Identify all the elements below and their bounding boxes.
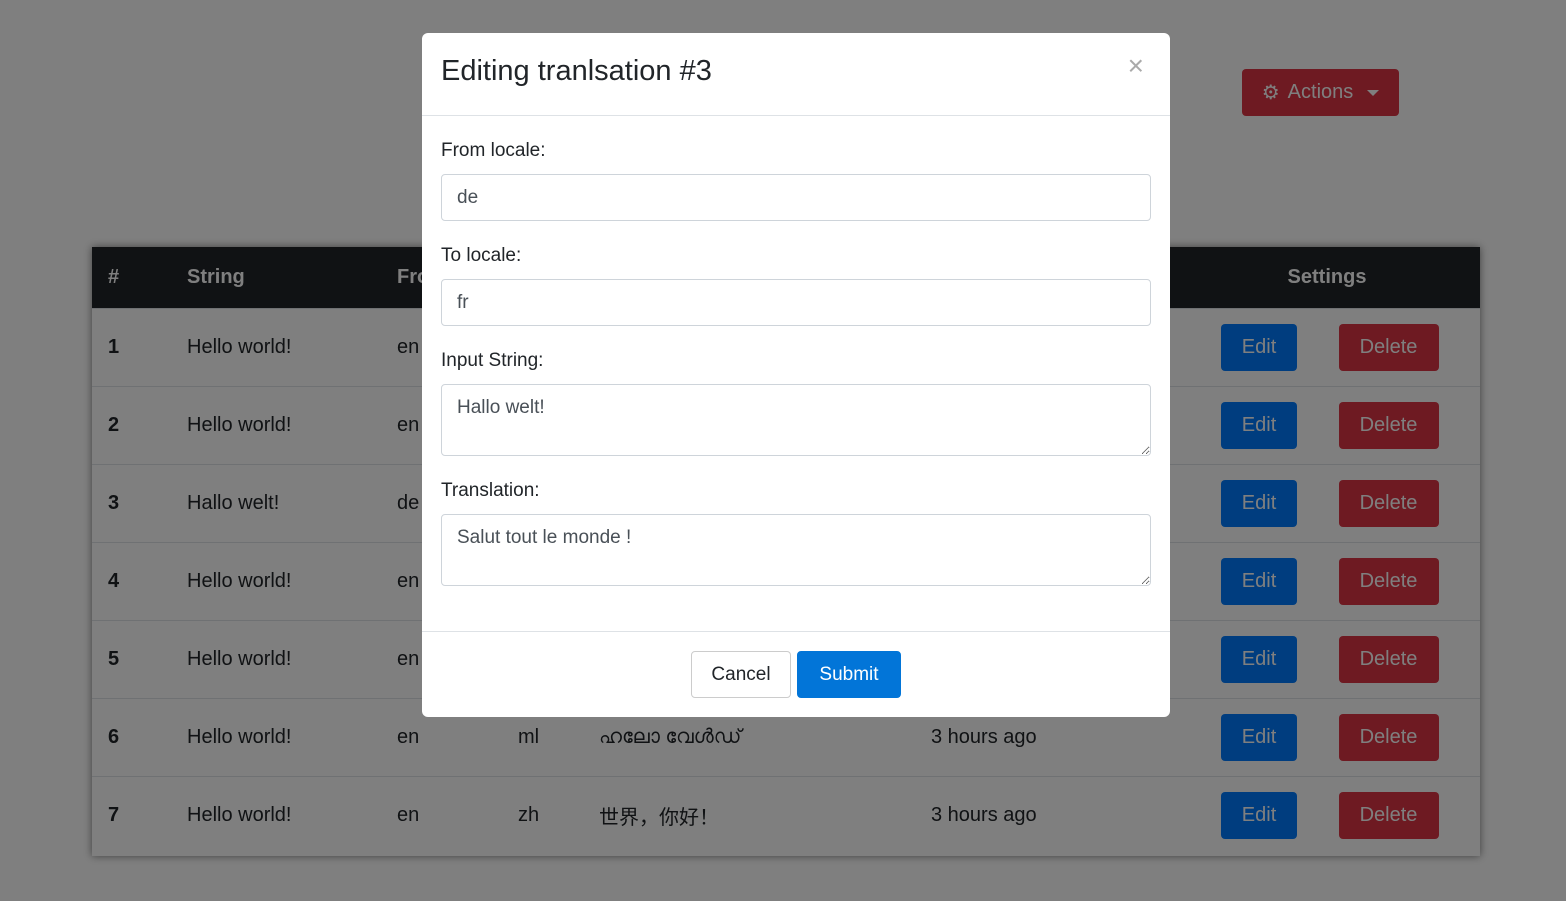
- from-locale-label: From locale:: [441, 140, 546, 161]
- translation-label: Translation:: [441, 480, 540, 501]
- cancel-button[interactable]: Cancel: [691, 651, 791, 698]
- to-locale-label: To locale:: [441, 245, 522, 266]
- edit-translation-modal: Editing tranlsation #3 × From locale: To…: [422, 33, 1170, 717]
- modal-title: Editing tranlsation #3: [441, 55, 712, 87]
- page: ⚙ Actions # String From Settings 1Hello …: [0, 0, 1566, 901]
- close-icon[interactable]: ×: [1122, 51, 1150, 81]
- input-string-textarea[interactable]: Hallo welt!: [441, 384, 1151, 456]
- submit-button[interactable]: Submit: [797, 651, 901, 698]
- to-locale-input[interactable]: [441, 279, 1151, 326]
- modal-footer: Cancel Submit: [422, 631, 1170, 717]
- modal-body: From locale: To locale: Input String: Ha…: [422, 140, 1170, 586]
- from-locale-input[interactable]: [441, 174, 1151, 221]
- input-string-label: Input String:: [441, 350, 544, 371]
- translation-textarea[interactable]: Salut tout le monde !: [441, 514, 1151, 586]
- modal-header: Editing tranlsation #3 ×: [422, 33, 1170, 116]
